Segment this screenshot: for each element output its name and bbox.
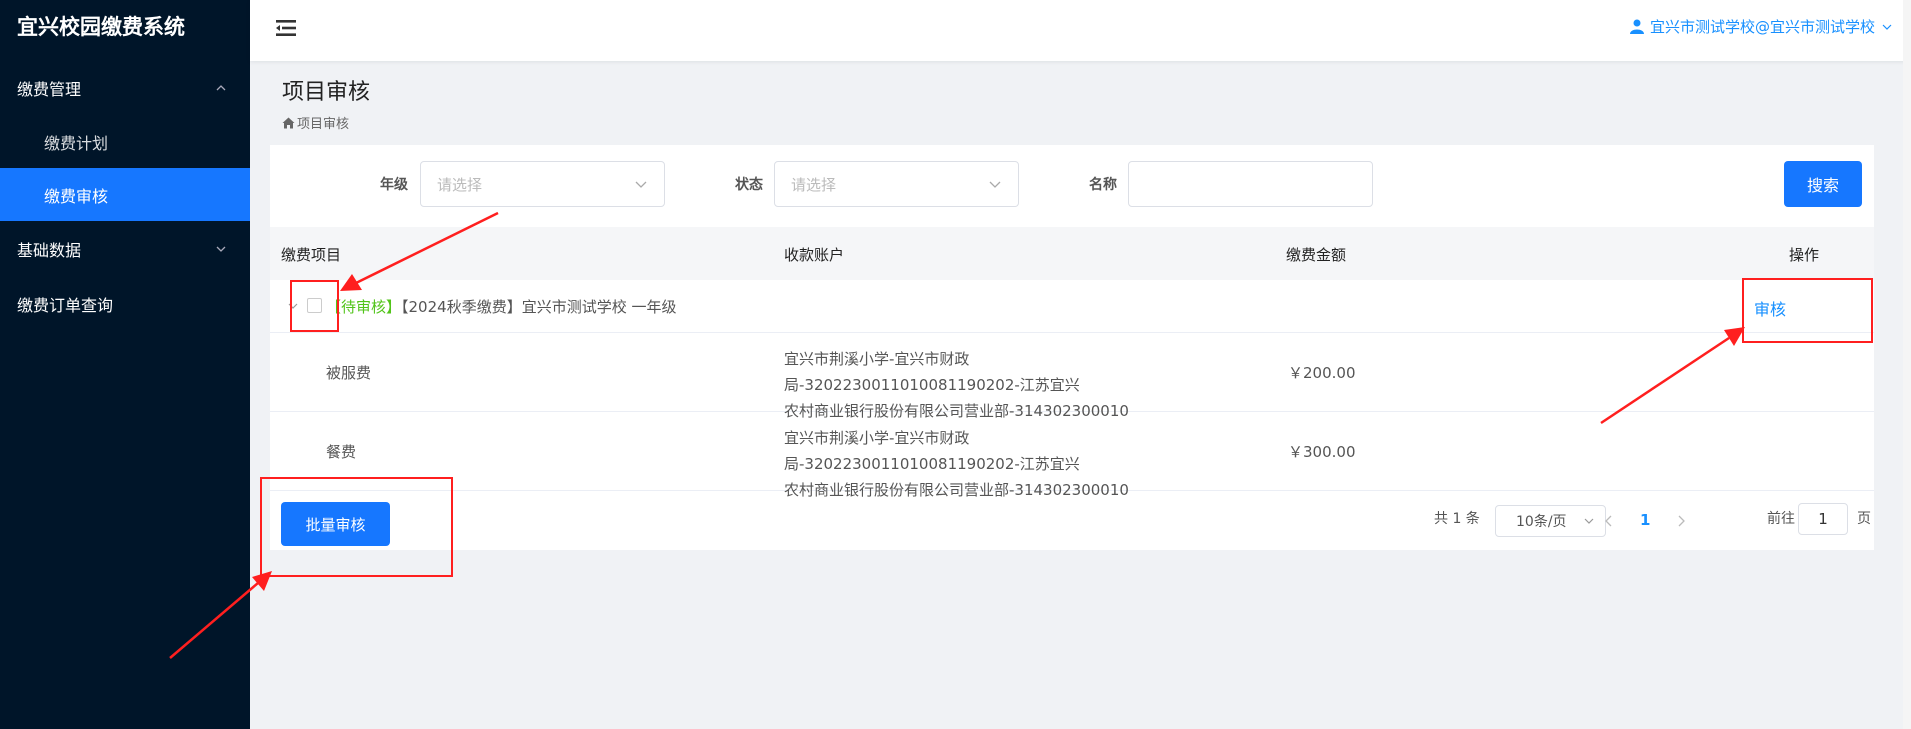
grade-label: 年级 xyxy=(380,177,408,193)
cell-item: 被服费 xyxy=(326,364,372,382)
table-group-row: 【待审核】【2024秋季缴费】宜兴市测试学校 一年级 审核 xyxy=(270,280,1874,333)
filter-bar: 年级 请选择 状态 请选择 名称 搜索 xyxy=(270,145,1874,227)
sidebar-item-label: 缴费计划 xyxy=(44,133,109,153)
status-label: 状态 xyxy=(735,177,763,193)
top-header: 宜兴市测试学校@宜兴市测试学校 xyxy=(250,0,1911,61)
user-icon xyxy=(1629,19,1644,34)
user-name: 宜兴市测试学校@宜兴市测试学校 xyxy=(1649,18,1875,36)
chevron-left-icon xyxy=(1605,515,1612,527)
menu-fold-icon[interactable] xyxy=(274,17,298,39)
page-number[interactable]: 1 xyxy=(1640,511,1650,529)
page-title: 项目审核 xyxy=(282,80,371,105)
cell-amount: ￥200.00 xyxy=(1288,364,1356,382)
account-line: 宜兴市荆溪小学-宜兴市财政局-320223001101008119020​2-江… xyxy=(784,350,1080,394)
chevron-right-icon xyxy=(1678,515,1685,527)
sidebar-group-label: 基础数据 xyxy=(17,240,82,260)
chevron-down-icon xyxy=(989,181,1001,188)
next-page-button[interactable] xyxy=(1670,505,1692,537)
sidebar-item-fee-plan[interactable]: 缴费计划 xyxy=(0,115,250,168)
sidebar-group-label: 缴费订单查询 xyxy=(17,295,114,315)
chevron-down-icon xyxy=(635,181,647,188)
sidebar-group-base-data[interactable]: 基础数据 xyxy=(0,221,250,276)
table-row: 餐费 宜兴市荆溪小学-宜兴市财政局-320223001101008119020​… xyxy=(270,412,1874,499)
cell-item: 餐费 xyxy=(326,443,357,461)
breadcrumb: 项目审核 xyxy=(282,113,349,132)
user-menu[interactable]: 宜兴市测试学校@宜兴市测试学校 xyxy=(1629,16,1893,37)
account-line: 宜兴市荆溪小学-宜兴市财政局-320223001101008119020​2-江… xyxy=(784,429,1080,473)
name-input[interactable] xyxy=(1128,161,1373,207)
scrollbar-track[interactable] xyxy=(1903,0,1911,729)
sidebar-item-fee-audit[interactable]: 缴费审核 xyxy=(0,168,250,221)
annotation-box-audit xyxy=(1742,278,1873,343)
search-button[interactable]: 搜索 xyxy=(1784,161,1862,207)
page-size-select[interactable]: 10条/页 xyxy=(1495,505,1606,537)
sidebar-group-fee-management[interactable]: 缴费管理 xyxy=(0,60,250,115)
sidebar-item-label: 缴费审核 xyxy=(44,186,109,206)
column-header: 操作 xyxy=(1789,246,1820,264)
sidebar-group-label: 缴费管理 xyxy=(17,79,82,99)
content-card: 年级 请选择 状态 请选择 名称 搜索 缴费项目 收款账户 缴费金额 操作 【待… xyxy=(270,145,1874,550)
name-label: 名称 xyxy=(1089,177,1117,193)
goto-suffix: 页 xyxy=(1857,511,1871,527)
table-row: 被服费 宜兴市荆溪小学-宜兴市财政局-320223001101008119020… xyxy=(270,333,1874,420)
chevron-down-icon xyxy=(216,246,226,252)
sidebar: 宜兴校园缴费系统 缴费管理 缴费计划 缴费审核 基础数据 缴费订单查询 xyxy=(0,0,250,729)
column-header: 缴费项目 xyxy=(281,246,342,264)
chevron-down-icon xyxy=(1584,518,1594,524)
sidebar-item-order-query[interactable]: 缴费订单查询 xyxy=(0,276,250,331)
account-line: 农村商业银行股份有限公司营业部-314302300010 xyxy=(784,481,1129,499)
annotation-box-batch xyxy=(260,477,453,577)
chevron-down-icon xyxy=(1882,24,1892,30)
grade-placeholder: 请选择 xyxy=(437,175,483,194)
status-select[interactable]: 请选择 xyxy=(774,161,1019,207)
prev-page-button[interactable] xyxy=(1598,505,1620,537)
breadcrumb-item: 项目审核 xyxy=(297,117,350,132)
annotation-box-checkbox xyxy=(290,280,339,332)
total-count: 共 1 条 xyxy=(1434,511,1480,527)
goto-prefix: 前往 xyxy=(1767,511,1795,527)
status-placeholder: 请选择 xyxy=(791,175,837,194)
column-header: 收款账户 xyxy=(784,246,845,264)
chevron-up-icon xyxy=(216,84,226,90)
group-title-text: 【2024秋季缴费】宜兴市测试学校 一年级 xyxy=(401,298,677,316)
grade-select[interactable]: 请选择 xyxy=(420,161,665,207)
cell-amount: ￥300.00 xyxy=(1288,443,1356,461)
home-icon xyxy=(282,117,295,128)
app-title: 宜兴校园缴费系统 xyxy=(17,15,185,39)
goto-page-input[interactable] xyxy=(1798,503,1848,535)
table-header: 缴费项目 收款账户 缴费金额 操作 xyxy=(270,227,1874,280)
page-size-value: 10条/页 xyxy=(1516,514,1567,530)
cell-account: 宜兴市荆溪小学-宜兴市财政局-320223001101008119020​2-江… xyxy=(784,425,1184,503)
group-title: 【待审核】【2024秋季缴费】宜兴市测试学校 一年级 xyxy=(326,296,676,317)
column-header: 缴费金额 xyxy=(1286,246,1347,264)
